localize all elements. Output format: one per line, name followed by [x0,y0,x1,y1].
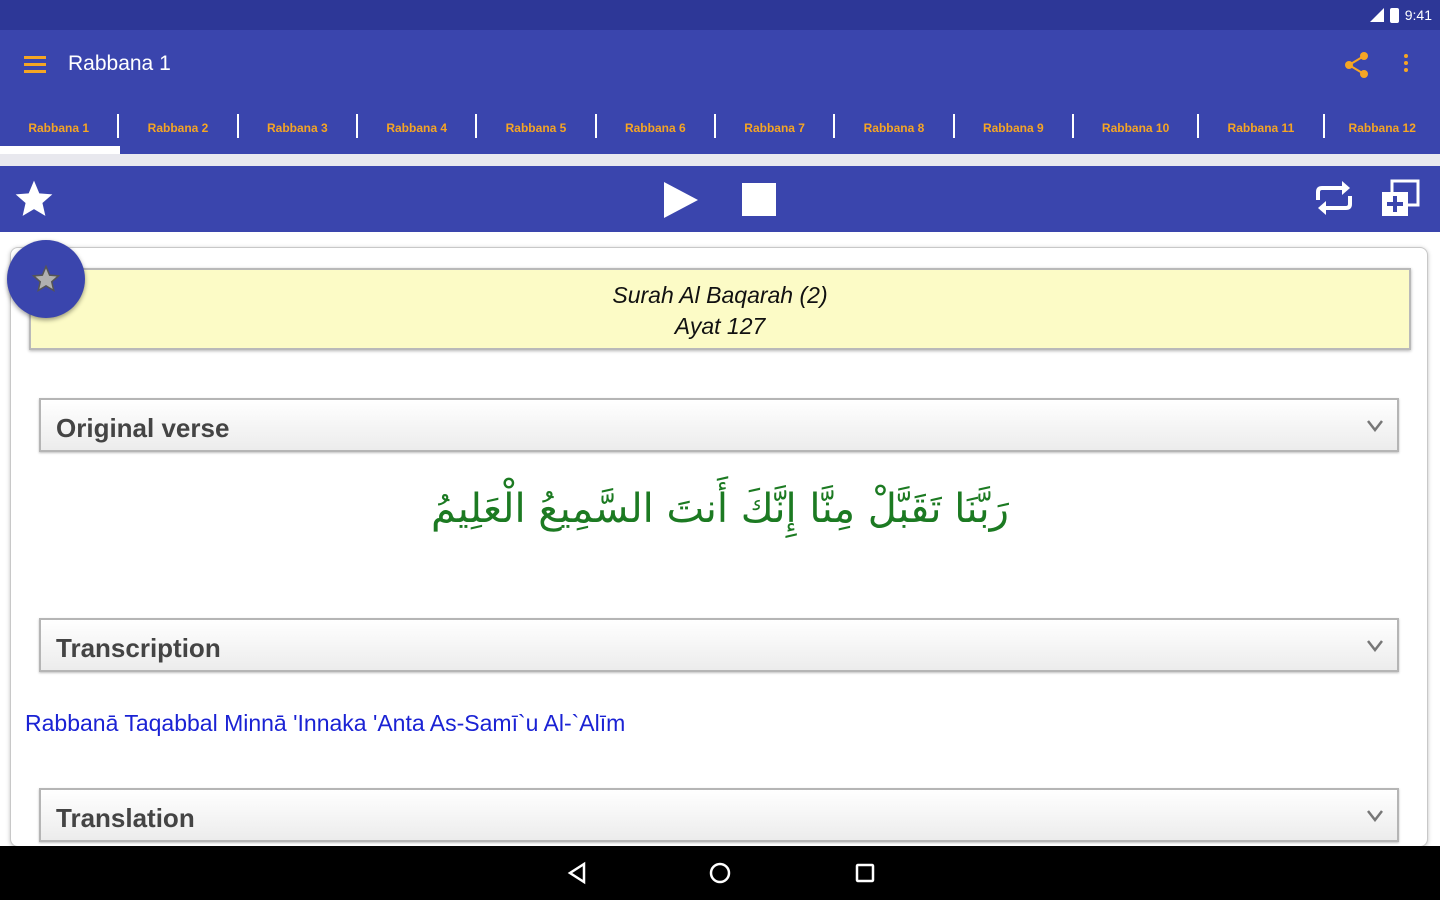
tab-rabbana-5[interactable]: Rabbana 5 [477,100,594,156]
tab-rabbana-7[interactable]: Rabbana 7 [716,100,833,156]
star-icon [31,264,61,293]
toolbar-title: Rabbana 1 [68,52,171,75]
tab-rabbana-9[interactable]: Rabbana 9 [955,100,1072,156]
more-vert-icon[interactable] [1398,52,1414,80]
tab-rabbana-6[interactable]: Rabbana 6 [597,100,714,156]
tab-rabbana-11[interactable]: Rabbana 11 [1199,100,1322,156]
surah-title: Surah Al Baqarah (2) [612,282,828,308]
surah-ayat: Ayat 127 [674,313,766,339]
tab-rabbana-3[interactable]: Rabbana 3 [239,100,356,156]
back-icon[interactable] [566,861,588,885]
original-verse-header[interactable]: Original verse [39,398,1399,452]
status-icons: 9:41 [1369,5,1432,25]
tab-rabbana-10[interactable]: Rabbana 10 [1074,100,1197,156]
repeat-icon[interactable] [1310,178,1358,218]
section-label: Original verse [56,413,230,443]
arabic-verse: رَبَّنَا تَقَبَّلْ مِنَّا إِنَّكَ أَنتَ … [431,486,1009,532]
tab-rabbana-12[interactable]: Rabbana 12 [1325,100,1440,156]
status-bar: 9:41 [0,0,1440,30]
section-label: Transcription [56,633,221,663]
play-icon[interactable] [662,180,700,220]
content-area: Surah Al Baqarah (2) Ayat 127 Original v… [0,232,1440,846]
tab-bar-divider [0,154,1440,166]
system-nav-bar [0,846,1440,900]
tab-indicator [0,146,120,154]
transcription-header[interactable]: Transcription [39,618,1399,672]
chevron-down-icon [1367,640,1383,652]
verse-card: Surah Al Baqarah (2) Ayat 127 Original v… [10,247,1428,846]
add-window-icon[interactable] [1378,178,1422,220]
chevron-down-icon [1367,810,1383,822]
battery-icon [1389,7,1399,23]
signal-icon [1369,8,1384,22]
recents-icon[interactable] [854,861,876,885]
tab-bar: Rabbana 1 Rabbana 2 Rabbana 3 Rabbana 4 Rabb… [0,100,1440,156]
surah-info: Surah Al Baqarah (2) Ayat 127 [29,268,1411,350]
transcription-text: Rabbanā Taqabbal Minnā 'Innaka 'Anta As-… [25,710,626,736]
chevron-down-icon [1367,420,1383,432]
status-time: 9:41 [1404,7,1432,23]
favorite-fab[interactable] [7,240,85,318]
tab-rabbana-8[interactable]: Rabbana 8 [835,100,952,156]
tab-rabbana-4[interactable]: Rabbana 4 [358,100,475,156]
star-icon[interactable] [12,177,56,221]
hamburger-icon[interactable] [24,54,48,74]
home-icon[interactable] [708,861,732,885]
share-icon[interactable] [1342,50,1372,80]
section-label: Translation [56,803,195,833]
player-controls [0,166,1440,232]
tab-rabbana-2[interactable]: Rabbana 2 [119,100,236,156]
stop-icon[interactable] [742,183,776,216]
translation-header[interactable]: Translation [39,788,1399,842]
app-toolbar: Rabbana 1 [0,30,1440,100]
